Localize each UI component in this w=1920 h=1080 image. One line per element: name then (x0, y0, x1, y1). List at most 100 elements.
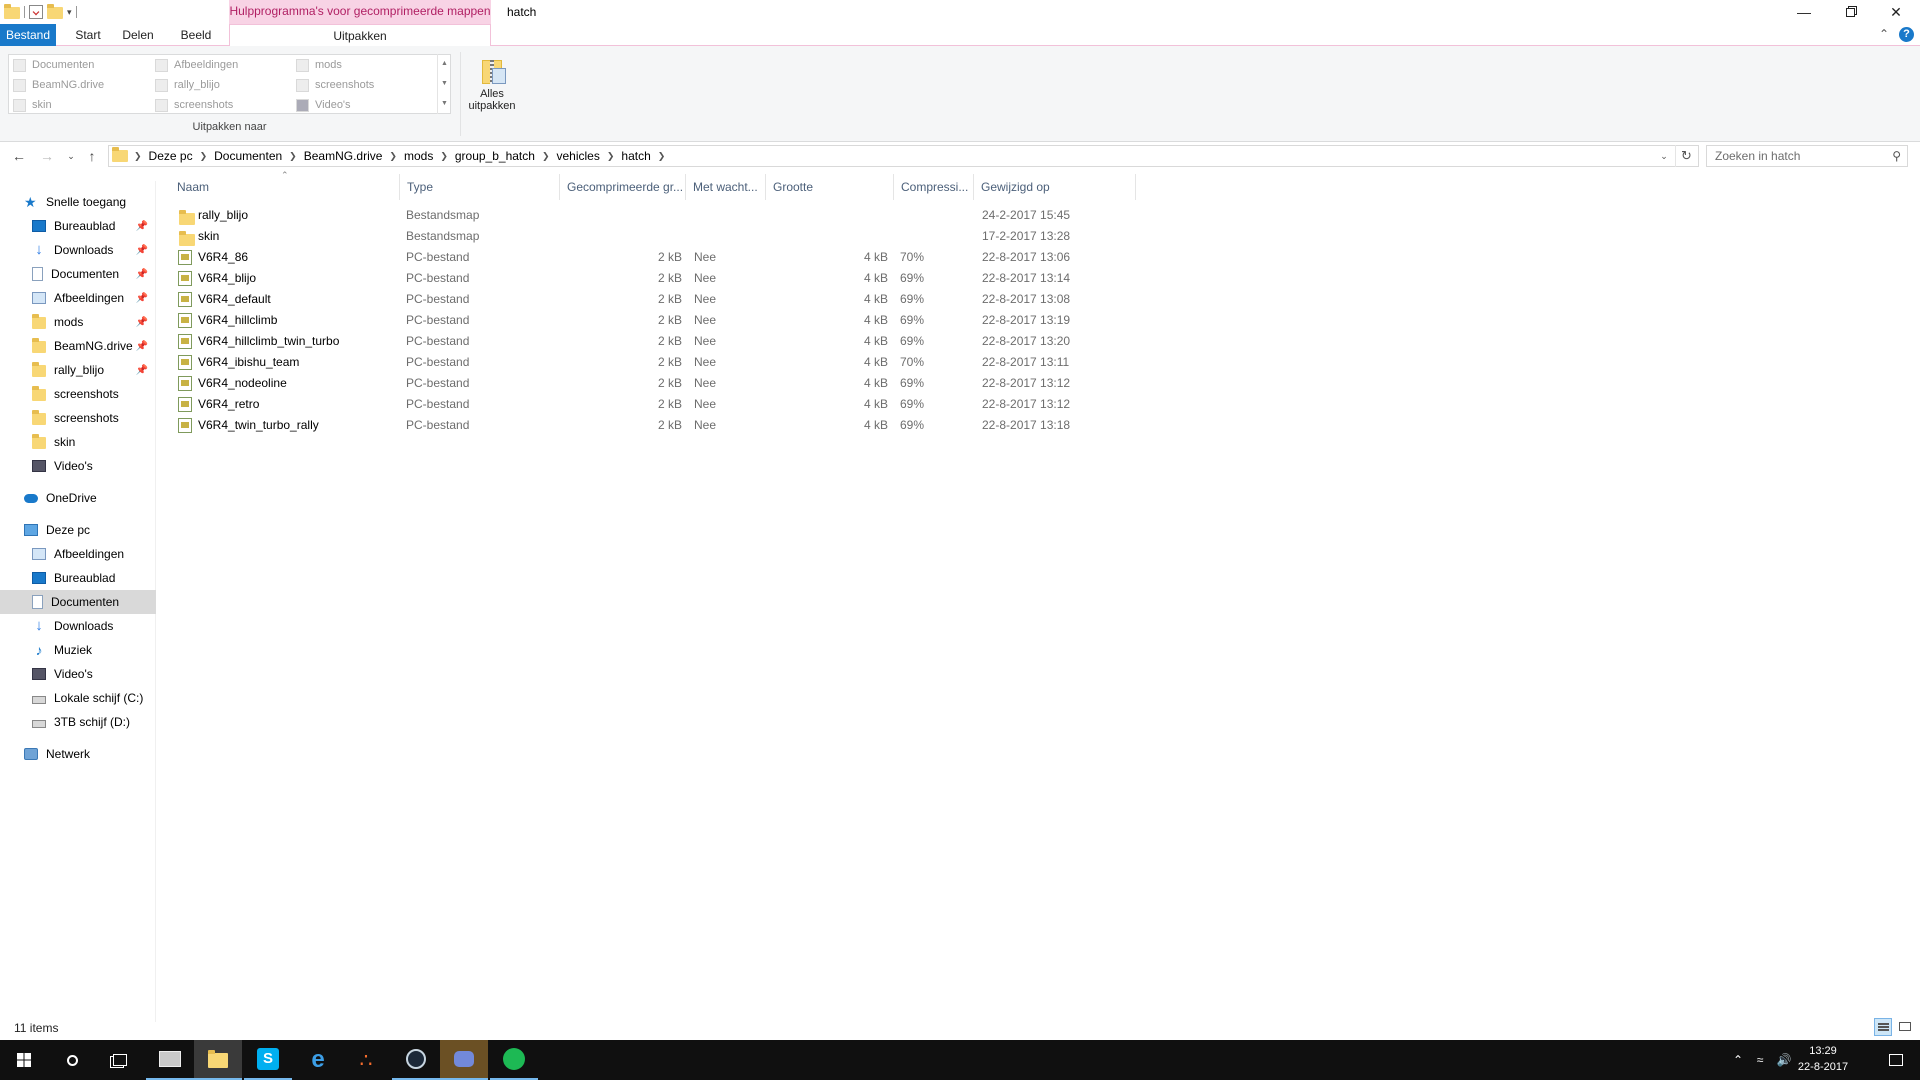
table-row[interactable]: V6R4_nodeoline PC-bestand 2 kB Nee 4 kB 69% 22… (172, 373, 1136, 394)
nav-item-downloads[interactable]: ↓ Downloads 📌 (0, 238, 156, 262)
column-header-type[interactable]: Type (400, 174, 560, 200)
nav-item-beamng[interactable]: BeamNG.drive 📌 (0, 334, 156, 358)
nav-item-documents[interactable]: Documenten 📌 (0, 262, 156, 286)
destination-item[interactable]: Afbeeldingen (155, 55, 295, 75)
destination-item[interactable]: screenshots (296, 75, 436, 95)
nav-item-pictures[interactable]: Afbeeldingen (0, 542, 156, 566)
column-header-password[interactable]: Met wacht... (686, 174, 766, 200)
destination-item[interactable]: Video's (296, 95, 436, 115)
nav-item-this-pc[interactable]: Deze pc (0, 518, 156, 542)
taskbar-app-mail[interactable] (146, 1040, 194, 1080)
breadcrumb-item[interactable]: Deze pc (144, 149, 198, 163)
taskbar-app-steam[interactable] (392, 1040, 440, 1080)
properties-icon[interactable] (29, 5, 43, 19)
restore-button[interactable] (1827, 0, 1873, 24)
table-row[interactable]: V6R4_86 PC-bestand 2 kB Nee 4 kB 70% 22-8-2017… (172, 247, 1136, 268)
nav-item-drive-c[interactable]: Lokale schijf (C:) (0, 686, 156, 710)
search-icon[interactable]: ⚲ (1892, 149, 1901, 163)
nav-item-drive-d[interactable]: 3TB schijf (D:) (0, 710, 156, 734)
nav-item-desktop[interactable]: Bureaublad 📌 (0, 214, 156, 238)
column-header-date-modified[interactable]: Gewijzigd op (974, 174, 1136, 200)
destination-item[interactable]: BeamNG.drive (13, 75, 153, 95)
nav-item-quick-access[interactable]: ★ Snelle toegang (0, 190, 156, 214)
column-header-ratio[interactable]: Compressi... (894, 174, 974, 200)
nav-item-downloads[interactable]: ↓ Downloads (0, 614, 156, 638)
nav-item-videos[interactable]: Video's (0, 454, 156, 478)
taskbar-app-spotify[interactable] (490, 1040, 538, 1080)
minimize-button[interactable]: — (1781, 0, 1827, 24)
breadcrumb-item[interactable]: hatch (616, 149, 655, 163)
address-dropdown-button[interactable]: ⌄ (1655, 145, 1673, 167)
column-header-compressed-size[interactable]: Gecomprimeerde gr... (560, 174, 686, 200)
nav-item-desktop[interactable]: Bureaublad (0, 566, 156, 590)
customize-toolbar-icon[interactable]: ▾ (67, 7, 72, 18)
table-row[interactable]: V6R4_hillclimb_twin_turbo PC-bestand 2 kB N… (172, 331, 1136, 352)
destination-item[interactable]: rally_blijo (155, 75, 295, 95)
chevron-up-icon[interactable]: ⌃ (1879, 27, 1889, 41)
tab-share[interactable]: Delen (116, 24, 160, 46)
nav-item-documents-selected[interactable]: Documenten (0, 590, 156, 614)
help-icon[interactable]: ? (1899, 27, 1914, 42)
wifi-icon[interactable]: ≈ (1748, 1053, 1772, 1067)
breadcrumb-item[interactable]: Documenten (209, 149, 287, 163)
chevron-up-icon[interactable]: ▲ (438, 54, 451, 74)
nav-item-screenshots[interactable]: screenshots (0, 382, 156, 406)
tab-view[interactable]: Beeld (174, 24, 218, 46)
taskbar-app-skype[interactable]: S (244, 1040, 292, 1080)
taskbar-app-origin[interactable]: ∴ (342, 1040, 390, 1080)
forward-button[interactable]: → (38, 145, 56, 167)
nav-item-network[interactable]: Netwerk (0, 742, 156, 766)
nav-item-videos[interactable]: Video's (0, 662, 156, 686)
recent-locations-button[interactable]: ⌄ (62, 145, 80, 167)
chevron-up-icon[interactable]: ⌃ (1728, 1053, 1748, 1067)
breadcrumb-item[interactable]: vehicles (551, 149, 604, 163)
nav-item-mods[interactable]: mods 📌 (0, 310, 156, 334)
table-row[interactable]: V6R4_default PC-bestand 2 kB Nee 4 kB 69% 22-8… (172, 289, 1136, 310)
up-button[interactable]: ↑ (83, 145, 101, 167)
tab-home[interactable]: Start (66, 24, 110, 46)
taskbar-app-file-explorer[interactable] (194, 1040, 242, 1080)
chevron-right-icon[interactable]: ❯ (287, 151, 299, 162)
destination-item[interactable]: skin (13, 95, 153, 115)
table-row[interactable]: V6R4_hillclimb PC-bestand 2 kB Nee 4 kB 69% 22… (172, 310, 1136, 331)
chevron-right-icon[interactable]: ❯ (438, 151, 450, 162)
table-row[interactable]: V6R4_ibishu_team PC-bestand 2 kB Nee 4 kB 70%… (172, 352, 1136, 373)
chevron-right-icon[interactable]: ❯ (605, 151, 617, 162)
tab-extract[interactable]: Uitpakken (229, 24, 491, 47)
table-row[interactable]: skin Bestandsmap 17-2-2017 13:28 (172, 226, 1136, 247)
breadcrumb-item[interactable]: BeamNG.drive (299, 149, 388, 163)
tab-file[interactable]: Bestand (0, 24, 56, 46)
nav-item-rally-blijo[interactable]: rally_blijo 📌 (0, 358, 156, 382)
column-header-size[interactable]: Grootte (766, 174, 894, 200)
search-button[interactable] (48, 1040, 96, 1080)
search-input[interactable] (1713, 148, 1883, 164)
table-row[interactable]: V6R4_blijo PC-bestand 2 kB Nee 4 kB 69% 22-8-2… (172, 268, 1136, 289)
chevron-right-icon[interactable]: ❯ (198, 151, 210, 162)
table-row[interactable]: rally_blijo Bestandsmap 24-2-2017 15:45 (172, 205, 1136, 226)
nav-item-skin[interactable]: skin (0, 430, 156, 454)
extract-all-button[interactable]: Alles uitpakken (463, 52, 521, 136)
column-header-name[interactable]: Naam (170, 174, 400, 200)
nav-item-screenshots[interactable]: screenshots (0, 406, 156, 430)
destination-item[interactable]: mods (296, 55, 436, 75)
new-folder-icon[interactable] (47, 4, 63, 19)
large-icons-view-button[interactable] (1896, 1018, 1914, 1036)
breadcrumb-item[interactable]: mods (399, 149, 438, 163)
taskbar-app-discord[interactable] (440, 1040, 488, 1080)
refresh-button[interactable]: ↻ (1675, 145, 1697, 167)
close-button[interactable]: ✕ (1873, 0, 1919, 24)
nav-item-onedrive[interactable]: OneDrive (0, 486, 156, 510)
chevron-down-icon[interactable]: ▼ (438, 74, 451, 94)
back-button[interactable]: ← (10, 145, 28, 167)
start-button[interactable] (0, 1040, 48, 1080)
nav-item-pictures[interactable]: Afbeeldingen 📌 (0, 286, 156, 310)
task-view-button[interactable] (96, 1040, 144, 1080)
breadcrumb-item[interactable]: group_b_hatch (450, 149, 540, 163)
table-row[interactable]: V6R4_twin_turbo_rally PC-bestand 2 kB Nee 4 … (172, 415, 1136, 436)
expand-gallery-icon[interactable]: ▼ (438, 94, 451, 114)
gallery-scrollbar[interactable]: ▲ ▼ ▼ (437, 54, 451, 114)
action-center-button[interactable] (1872, 1040, 1920, 1080)
details-view-button[interactable] (1874, 1018, 1892, 1036)
destination-item[interactable]: Documenten (13, 55, 153, 75)
chevron-right-icon[interactable]: ❯ (656, 151, 668, 162)
